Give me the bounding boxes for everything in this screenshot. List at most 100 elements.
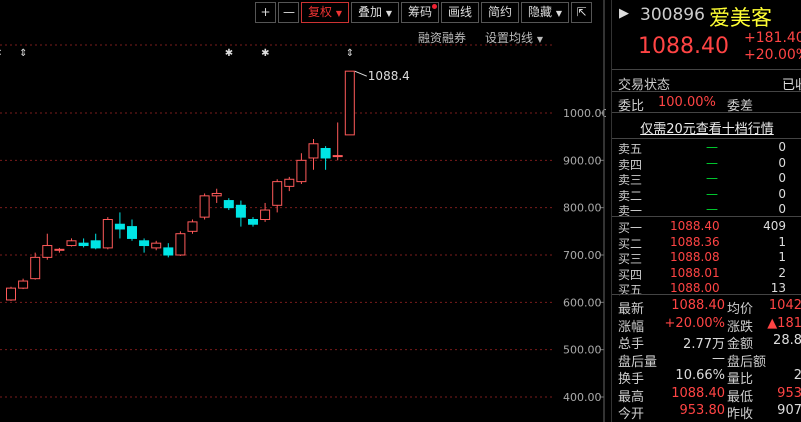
divider — [612, 112, 801, 113]
buy-price: 1088.36 — [670, 234, 720, 249]
candle-body — [187, 221, 198, 232]
y-axis-label: 800.00 — [563, 202, 602, 215]
y-axis-label: 600.00 — [563, 296, 602, 309]
expand-icon[interactable]: ▶ — [619, 6, 629, 21]
stat-label: 最新 — [618, 302, 645, 317]
candlestick-chart[interactable]: 1000.00 900.00 800.00 700.00 600.00 500.00 400… — [0, 0, 606, 422]
hide-label: 隐藏 — [528, 5, 553, 19]
stat-label: 最低 — [727, 389, 754, 405]
divider — [612, 138, 801, 139]
overlay-dropdown[interactable]: 叠加 ▼ — [351, 2, 399, 23]
candle-body — [284, 178, 295, 187]
chevron-down-icon: ▼ — [555, 9, 563, 18]
candle-body — [90, 240, 101, 249]
stat-value: 2 — [793, 368, 801, 383]
zoom-in-button[interactable]: + — [255, 2, 276, 23]
candle-body — [18, 280, 29, 289]
divider — [612, 69, 801, 70]
stat-value: — — [712, 350, 725, 366]
simple-mode-button[interactable]: 简约 — [481, 2, 520, 23]
stock-change-pct: +20.00% — [744, 47, 801, 63]
candle-body — [78, 242, 89, 247]
sell-volume: 0 — [778, 186, 786, 201]
candle-body — [127, 226, 137, 239]
candle-body — [199, 195, 210, 218]
stock-header: ▶ 300896 爱美客 — [612, 4, 801, 30]
sell-level-label: 卖二 — [618, 188, 643, 203]
event-marker-icon[interactable]: ⇕ — [0, 48, 3, 59]
y-axis-label: 1000.00 — [563, 107, 606, 120]
max-label-pointer — [354, 70, 367, 77]
sell-volume: 0 — [778, 140, 786, 154]
stat-label: 涨跌 — [727, 319, 754, 335]
buy-level-label: 买一 — [618, 221, 643, 235]
level2-promo-link[interactable]: 仅需20元查看十档行情 — [640, 122, 774, 137]
candle-body — [235, 204, 246, 218]
overlay-label: 叠加 — [358, 5, 383, 19]
chevron-down-icon: ▼ — [385, 9, 392, 18]
candle-body — [66, 240, 77, 247]
candle-body — [272, 181, 283, 206]
stat-value: 1088.40 — [671, 298, 725, 313]
chart-toolbar: + — 复权 ▼ 叠加 ▼ 筹码 画线 简约 隐藏 ▼ ⇱ — [253, 2, 593, 23]
buy-level-label: 买三 — [618, 252, 643, 267]
candle-body — [332, 155, 343, 158]
divider — [612, 294, 801, 295]
stock-name: 爱美客 — [709, 6, 772, 30]
event-marker-icon[interactable]: ⇕ — [346, 48, 354, 59]
buy-level-label: 买二 — [618, 236, 643, 251]
candle-body — [344, 70, 355, 136]
stat-value: ▲181 — [767, 315, 801, 331]
margin-trading-button[interactable]: 融资融券 — [418, 29, 466, 46]
fuquan-dropdown[interactable]: 复权 ▼ — [301, 2, 349, 23]
chip-button[interactable]: 筹码 — [401, 2, 440, 23]
kline-chart-area[interactable]: + — 复权 ▼ 叠加 ▼ 筹码 画线 简约 隐藏 ▼ ⇱ 融资融券 设置均线 … — [0, 0, 606, 422]
zoom-out-button[interactable]: — — [278, 2, 299, 23]
stat-label: 昨收 — [727, 407, 754, 422]
y-axis-label: 500.00 — [563, 344, 602, 357]
collapse-button[interactable]: ⇱ — [571, 2, 593, 23]
quote-panel: ▶ 300896 爱美客 1088.40 +181.40 +20.00% 交易状… — [611, 0, 801, 422]
stat-label: 换手 — [618, 372, 645, 387]
candle-body — [139, 240, 150, 247]
buy-level-label: 买四 — [618, 267, 643, 282]
event-marker-icon[interactable]: ✱ — [261, 48, 269, 59]
stat-value: 907 — [777, 403, 801, 418]
buy-volume: 409 — [763, 219, 786, 233]
ma-settings-button[interactable]: 设置均线 ▼ — [485, 29, 543, 46]
fuquan-label: 复权 — [308, 5, 333, 19]
event-marker-icon[interactable]: ⇕ — [19, 48, 27, 59]
stat-label: 量比 — [727, 372, 754, 387]
candle-body — [308, 143, 319, 159]
candle-body — [223, 200, 234, 209]
draw-line-button[interactable]: 画线 — [441, 2, 480, 23]
buy-level-label: 买五 — [618, 283, 643, 298]
event-marker-icon[interactable]: ✱ — [225, 48, 233, 59]
candle-body — [54, 248, 65, 251]
sell-price: — — [706, 171, 718, 186]
sell-price: — — [706, 140, 718, 154]
stat-label: 最高 — [618, 389, 645, 405]
stat-value: 2.77万 — [683, 337, 725, 352]
stat-value: 1088.40 — [671, 385, 725, 401]
chip-label: 筹码 — [408, 5, 433, 19]
hide-button[interactable]: 隐藏 ▼ — [521, 2, 570, 23]
candle-body — [211, 192, 222, 197]
stock-code: 300896 — [640, 5, 705, 25]
ma-settings-label: 设置均线 — [485, 31, 534, 45]
stat-label: 盘后量 — [618, 354, 658, 370]
stock-price: 1088.40 — [638, 34, 729, 59]
buy-volume: 1 — [778, 234, 786, 249]
stat-label: 涨幅 — [618, 319, 645, 335]
stat-value: +20.00% — [664, 315, 725, 331]
collapse-icon: ⇱ — [576, 5, 587, 19]
y-axis-label: 400.00 — [563, 391, 602, 404]
candle-body — [114, 223, 125, 230]
candle-body — [6, 287, 16, 301]
candle-body — [248, 219, 258, 225]
stat-label: 金额 — [727, 337, 754, 352]
buy-price: 1088.01 — [670, 265, 720, 280]
candle-body — [151, 242, 162, 249]
candle-body — [175, 233, 186, 256]
divider — [612, 216, 801, 217]
